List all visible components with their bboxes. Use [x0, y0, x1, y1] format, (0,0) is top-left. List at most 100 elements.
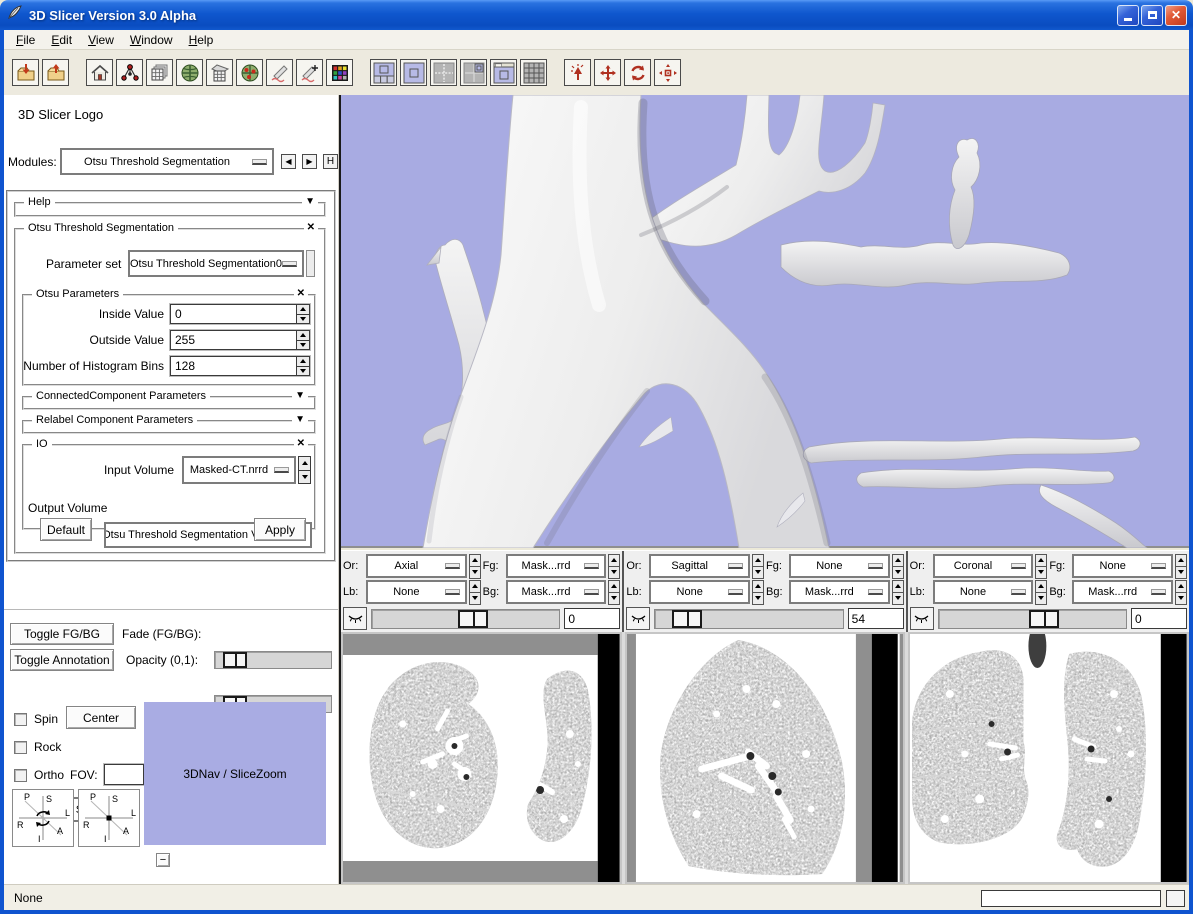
slice-offset-slider[interactable] — [938, 609, 1127, 629]
foreground-dropdown[interactable]: Mask...rrd — [506, 554, 607, 578]
mouse-zoom-icon[interactable] — [654, 59, 681, 86]
foreground-dropdown[interactable]: None — [789, 554, 890, 578]
slice-offset-slider[interactable] — [371, 609, 560, 629]
volumes-icon[interactable] — [146, 59, 173, 86]
background-spinner[interactable] — [892, 580, 904, 605]
inside-value-field[interactable]: 0 — [170, 304, 310, 324]
menu-file[interactable]: File — [8, 31, 43, 49]
toggle-annotation-button[interactable]: Toggle Annotation — [10, 649, 114, 671]
orientation-spinner[interactable] — [469, 554, 481, 579]
spin-checkbox[interactable] — [14, 713, 27, 726]
collapse-icon[interactable]: ▼ — [292, 414, 308, 425]
histogram-bins-field[interactable]: 128 — [170, 356, 310, 376]
fade-slider[interactable] — [214, 651, 332, 669]
layout-3d-only-icon[interactable] — [400, 59, 427, 86]
background-dropdown[interactable]: Mask...rrd — [789, 580, 890, 604]
orientation-spinner[interactable] — [1035, 554, 1047, 579]
visibility-eye-icon[interactable] — [343, 607, 367, 630]
close-section-icon[interactable]: ✕ — [304, 222, 318, 233]
connected-component-section[interactable]: ConnectedComponent Parameters ▼ — [22, 396, 316, 410]
default-button[interactable]: Default — [40, 518, 92, 541]
slice-model-icon[interactable] — [206, 59, 233, 86]
apply-button[interactable]: Apply — [254, 518, 306, 541]
input-volume-spinner[interactable] — [298, 456, 311, 484]
parameter-set-spinner[interactable] — [306, 250, 315, 277]
center-button[interactable]: Center — [66, 706, 136, 729]
label-layer-spinner[interactable] — [752, 580, 764, 605]
close-section-icon[interactable]: ✕ — [294, 288, 308, 299]
relabel-component-section[interactable]: Relabel Component Parameters ▼ — [22, 420, 316, 434]
toggle-fgbg-button[interactable]: Toggle FG/BG — [10, 623, 114, 645]
load-scene-icon[interactable] — [12, 59, 39, 86]
background-spinner[interactable] — [608, 580, 620, 605]
foreground-spinner[interactable] — [1175, 554, 1187, 579]
help-section[interactable]: Help ▼ — [14, 202, 326, 217]
minimize-button[interactable] — [1117, 5, 1139, 26]
resize-grip[interactable] — [1166, 890, 1185, 907]
slice-offset-value[interactable]: 54 — [848, 608, 904, 629]
orientation-axes-widget[interactable]: SI RL PA — [78, 789, 140, 847]
scene-tree-icon[interactable] — [116, 59, 143, 86]
visibility-eye-icon[interactable] — [910, 607, 934, 630]
measure-add-icon[interactable] — [296, 59, 323, 86]
foreground-spinner[interactable] — [608, 554, 620, 579]
orientation-gyro-widget[interactable]: SI RL PA — [12, 789, 74, 847]
background-dropdown[interactable]: Mask...rrd — [1072, 580, 1173, 604]
menu-view[interactable]: View — [80, 31, 122, 49]
fiducial-list-icon[interactable] — [236, 59, 263, 86]
measure-icon[interactable] — [266, 59, 293, 86]
input-volume-dropdown[interactable]: Masked-CT.nrrd — [182, 456, 296, 484]
title-bar[interactable]: 3D Slicer Version 3.0 Alpha ✕ — [0, 0, 1193, 30]
layout-tabbed-icon[interactable] — [490, 59, 517, 86]
collapse-icon[interactable]: ▼ — [302, 196, 318, 207]
close-section-icon[interactable]: ✕ — [294, 438, 308, 449]
visibility-eye-icon[interactable] — [626, 607, 650, 630]
label-layer-spinner[interactable] — [1035, 580, 1047, 605]
outside-value-field[interactable]: 255 — [170, 330, 310, 350]
layout-3d-corner-icon[interactable] — [460, 59, 487, 86]
menu-edit[interactable]: Edit — [43, 31, 80, 49]
layout-four-up-icon[interactable] — [430, 59, 457, 86]
layout-lightbox-icon[interactable] — [520, 59, 547, 86]
viewport-coronal[interactable] — [908, 632, 1189, 884]
colors-icon[interactable] — [326, 59, 353, 86]
menu-window[interactable]: Window — [122, 31, 181, 49]
mouse-pan-icon[interactable] — [594, 59, 621, 86]
nav-zoom-widget[interactable]: 3DNav / SliceZoom — [144, 702, 326, 845]
module-history-button[interactable]: H — [323, 154, 338, 169]
slice-offset-value[interactable]: 0 — [564, 608, 620, 629]
nav-zoom-out-button[interactable]: − — [156, 853, 170, 867]
menu-help[interactable]: Help — [181, 31, 222, 49]
close-button[interactable]: ✕ — [1165, 5, 1187, 26]
foreground-spinner[interactable] — [892, 554, 904, 579]
foreground-dropdown[interactable]: None — [1072, 554, 1173, 578]
modules-dropdown[interactable]: Otsu Threshold Segmentation — [60, 148, 274, 175]
collapse-icon[interactable]: ▼ — [292, 390, 308, 401]
mouse-rotate-icon[interactable] — [624, 59, 651, 86]
fiducials-icon[interactable] — [176, 59, 203, 86]
home-icon[interactable] — [86, 59, 113, 86]
orientation-spinner[interactable] — [752, 554, 764, 579]
viewport-axial[interactable] — [341, 632, 622, 884]
ortho-checkbox[interactable] — [14, 769, 27, 782]
module-next-button[interactable]: ▶ — [302, 154, 317, 169]
viewport-sagittal[interactable] — [625, 632, 906, 884]
viewport-3d[interactable] — [341, 95, 1189, 548]
label-layer-dropdown[interactable]: None — [649, 580, 750, 604]
slice-offset-value[interactable]: 0 — [1131, 608, 1187, 629]
maximize-button[interactable] — [1141, 5, 1163, 26]
background-dropdown[interactable]: Mask...rrd — [506, 580, 607, 604]
mouse-pick-icon[interactable] — [564, 59, 591, 86]
layout-conventional-icon[interactable] — [370, 59, 397, 86]
label-layer-dropdown[interactable]: None — [366, 580, 467, 604]
label-layer-dropdown[interactable]: None — [933, 580, 1034, 604]
orientation-dropdown[interactable]: Coronal — [933, 554, 1034, 578]
fov-input[interactable] — [104, 764, 144, 785]
orientation-dropdown[interactable]: Axial — [366, 554, 467, 578]
parameter-set-dropdown[interactable]: Otsu Threshold Segmentation0 — [128, 250, 304, 277]
orientation-dropdown[interactable]: Sagittal — [649, 554, 750, 578]
save-scene-icon[interactable] — [42, 59, 69, 86]
label-layer-spinner[interactable] — [469, 580, 481, 605]
rock-checkbox[interactable] — [14, 741, 27, 754]
slice-offset-slider[interactable] — [654, 609, 843, 629]
